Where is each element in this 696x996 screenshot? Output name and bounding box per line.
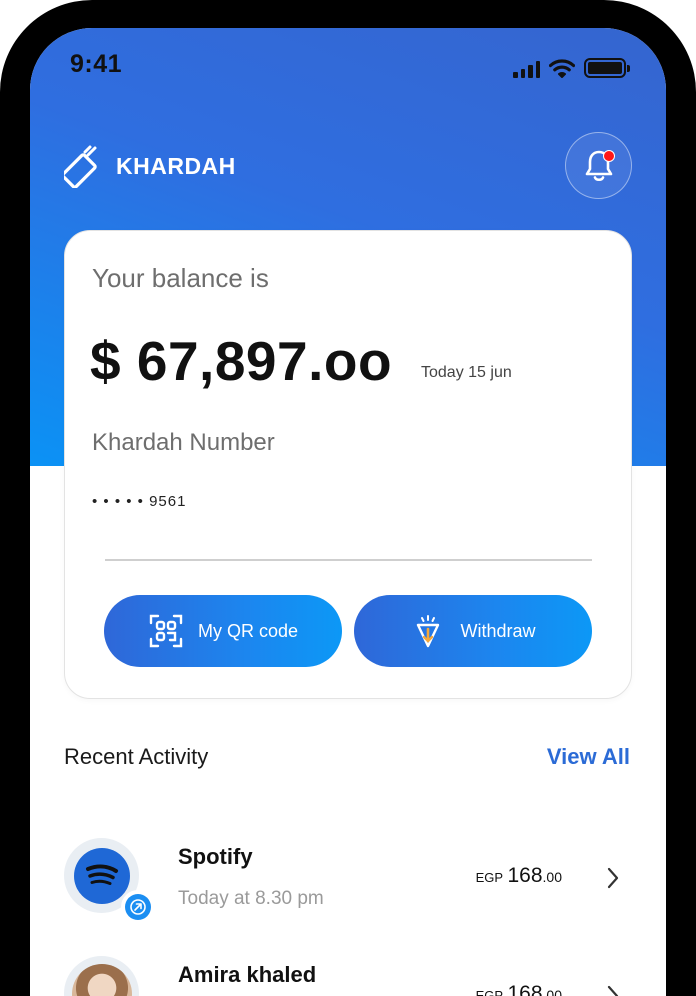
activity-amount-integer: 168 <box>507 982 543 996</box>
withdraw-icon <box>417 615 440 648</box>
my-qr-code-button[interactable]: My QR code <box>104 595 342 667</box>
profile-photo <box>71 963 132 996</box>
brand-logo-icon <box>64 145 97 188</box>
balance-card: Your balance is $ 67,897.oo Today 15 jun… <box>64 230 632 699</box>
status-time: 9:41 <box>70 50 123 78</box>
card-divider <box>105 559 592 561</box>
brand: KHARDAH <box>64 144 236 188</box>
activity-item[interactable]: Spotify Today at 8.30 pm EGP 168.00 <box>64 838 632 924</box>
amira-khaled-avatar <box>64 956 139 996</box>
app-screen: 9:41 KHARDAH Your balance is $ 67,897.oo <box>30 28 666 996</box>
activity-amount: EGP 168.00 <box>476 864 562 888</box>
qr-code-icon <box>149 614 183 648</box>
cellular-signal-icon <box>513 60 540 78</box>
activity-item[interactable]: Amira khaled EGP 168.00 <box>64 956 632 996</box>
activity-name: Spotify <box>178 844 253 869</box>
activity-name: Amira khaled <box>178 962 317 987</box>
activity-amount: EGP 168.00 <box>476 982 562 996</box>
withdraw-label: Withdraw <box>460 620 536 641</box>
activity-time: Today at 8.30 pm <box>178 888 324 909</box>
status-icons <box>513 58 630 78</box>
recent-activity-title: Recent Activity <box>64 744 209 769</box>
account-number-label: Khardah Number <box>92 429 275 456</box>
chevron-right-icon[interactable] <box>606 866 620 890</box>
activity-currency: EGP <box>475 988 504 996</box>
my-qr-code-label: My QR code <box>197 620 299 641</box>
balance-date: Today 15 jun <box>421 364 512 381</box>
battery-icon <box>584 58 630 78</box>
wifi-icon <box>549 59 575 78</box>
notification-dot <box>603 150 615 162</box>
activity-amount-integer: 168 <box>507 864 543 887</box>
notifications-button[interactable] <box>565 132 632 199</box>
chevron-right-icon[interactable] <box>606 984 620 996</box>
outgoing-arrow-icon <box>121 890 155 924</box>
balance-label: Your balance is <box>92 263 269 293</box>
balance-amount: $ 67,897.oo <box>90 330 393 392</box>
account-number-masked: • • • • • 9561 <box>92 493 187 510</box>
withdraw-button[interactable]: Withdraw <box>354 595 592 667</box>
activity-currency: EGP <box>475 870 504 885</box>
spotify-logo-icon <box>73 847 130 904</box>
brand-name: KHARDAH <box>116 152 236 179</box>
activity-amount-decimal: .00 <box>542 869 562 885</box>
view-all-link[interactable]: View All <box>547 744 630 770</box>
activity-amount-decimal: .00 <box>542 987 562 996</box>
